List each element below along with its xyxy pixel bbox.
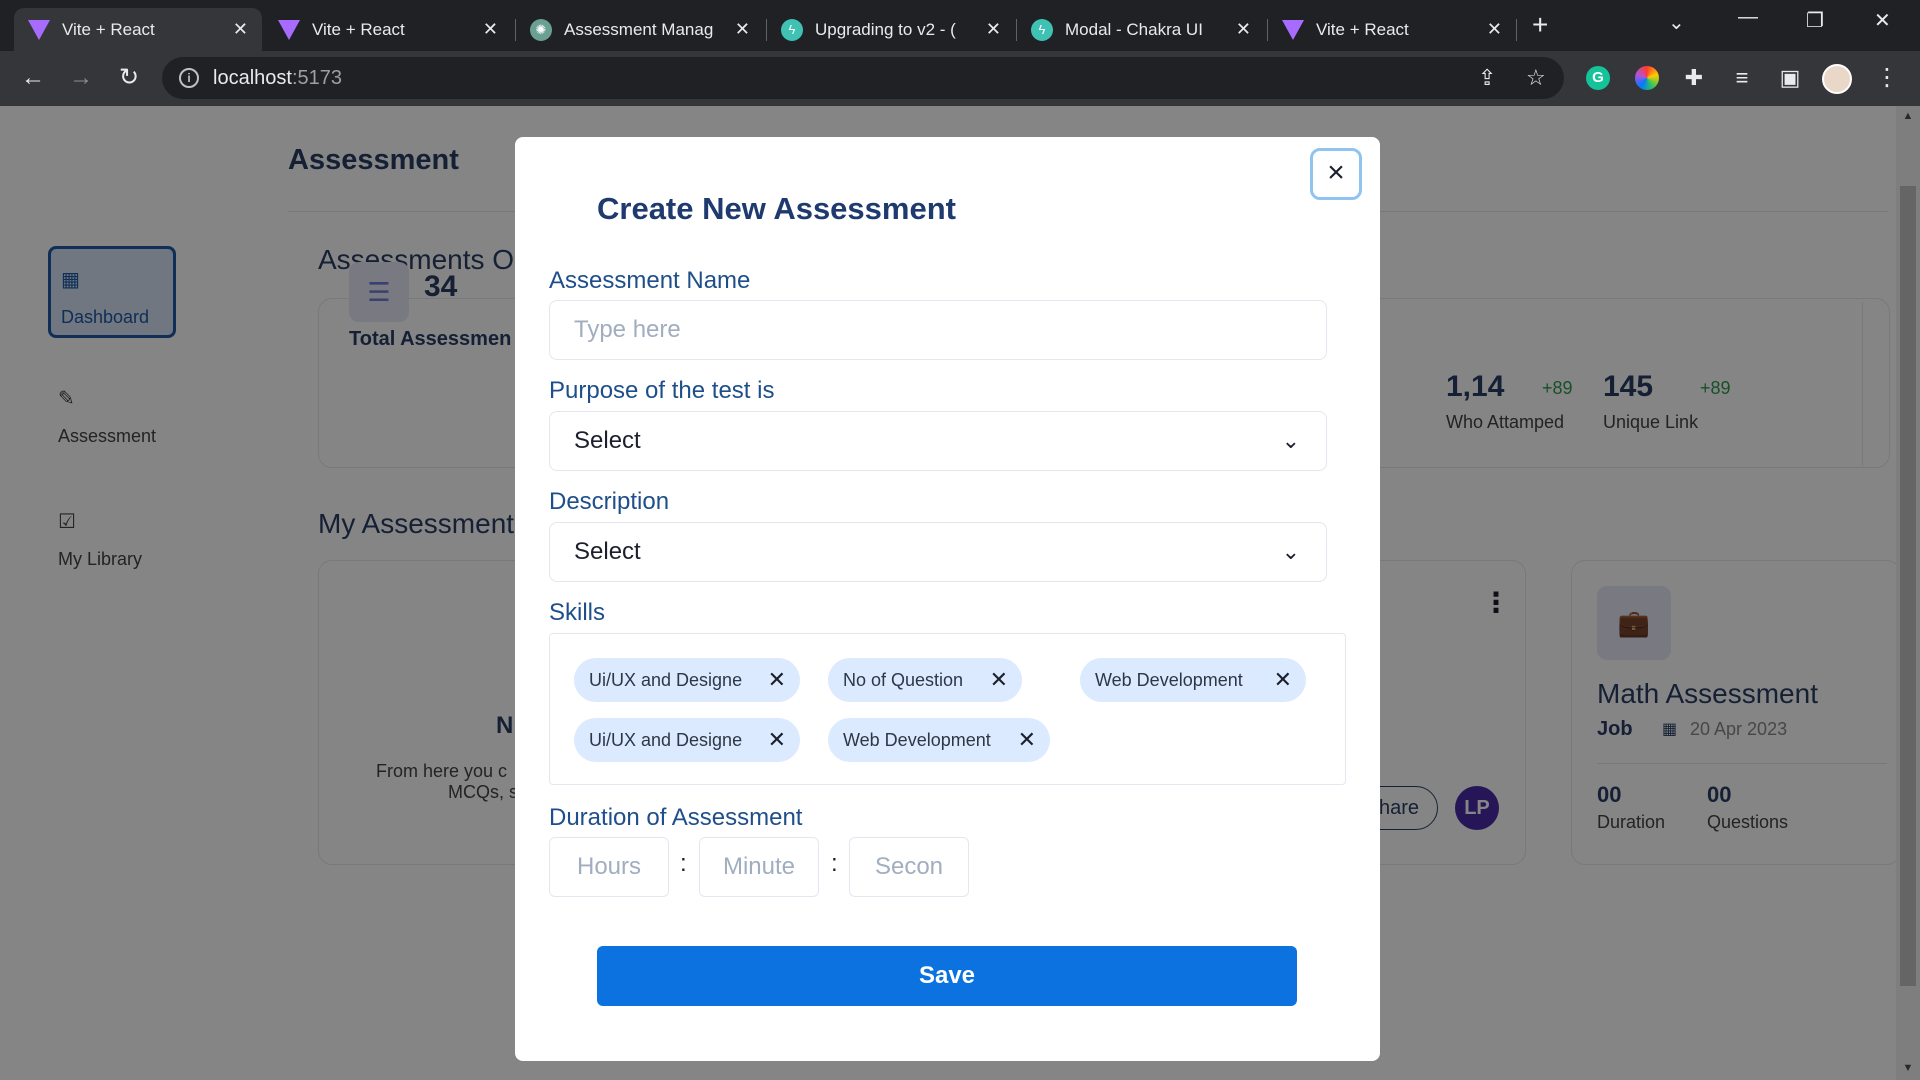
forward-icon[interactable]: →: [64, 61, 98, 95]
duration-label: Duration of Assessment: [549, 804, 803, 831]
skill-tag: Ui/UX and Designe ✕: [574, 658, 800, 702]
url-host: localhost: [213, 67, 292, 89]
select-value: Select: [574, 427, 641, 454]
assessment-name-label: Assessment Name: [549, 267, 751, 294]
select-value: Select: [574, 538, 641, 565]
tab-label: Assessment Manag: [564, 19, 714, 39]
close-icon[interactable]: ✕: [1487, 19, 1502, 40]
chatgpt-icon: ✺: [530, 18, 552, 41]
close-icon[interactable]: ✕: [735, 19, 750, 40]
grammarly-icon[interactable]: G: [1586, 66, 1610, 90]
browser-tab-1[interactable]: Vite + React ✕: [14, 8, 262, 51]
duration-hours-input[interactable]: Hours: [549, 837, 669, 897]
url-text[interactable]: localhost:5173: [213, 67, 342, 90]
browser-tab-strip: Vite + React ✕ Vite + React ✕ ✺ Assessme…: [0, 0, 1920, 51]
input-placeholder: Minute: [722, 853, 796, 880]
skill-tag: Ui/UX and Designe ✕: [574, 718, 800, 762]
time-separator: :: [831, 850, 838, 877]
address-bar[interactable]: i localhost:5173 ⇪ ☆: [162, 57, 1564, 99]
back-icon[interactable]: ←: [16, 61, 50, 95]
skill-tag-label: Ui/UX and Designe: [589, 670, 743, 690]
chevron-down-icon: ⌄: [1281, 539, 1300, 564]
browser-tab-3[interactable]: ✺ Assessment Manag ✕: [516, 8, 764, 51]
input-placeholder: Hours: [576, 853, 642, 880]
skills-input[interactable]: [549, 633, 1346, 785]
browser-menu-icon[interactable]: ⋮: [1870, 61, 1904, 95]
vite-icon: [28, 19, 50, 40]
vite-icon: [278, 19, 300, 40]
skill-tag: Web Development ✕: [828, 718, 1050, 762]
url-port: :5173: [291, 67, 342, 89]
tab-divider: [1516, 19, 1517, 41]
bookmark-star-icon[interactable]: ☆: [1526, 65, 1546, 91]
input-placeholder: Type here: [574, 316, 681, 343]
new-tab-button[interactable]: +: [1532, 11, 1548, 39]
modal-title: Create New Assessment: [597, 191, 956, 226]
remove-tag-icon[interactable]: ✕: [990, 658, 1008, 702]
tab-search-icon[interactable]: ⌄: [1668, 10, 1685, 35]
description-select[interactable]: Select ⌄: [549, 522, 1327, 582]
browser-tab-2[interactable]: Vite + React ✕: [264, 8, 512, 51]
tab-label: Vite + React: [1316, 19, 1409, 39]
chakra-icon: ϟ: [781, 18, 803, 41]
skill-tag: Web Development ✕: [1080, 658, 1306, 702]
browser-toolbar: ← → ↻ i localhost:5173 ⇪ ☆ G ✚ ≡ ▣ ⋮: [0, 51, 1920, 106]
profile-avatar[interactable]: [1822, 64, 1852, 94]
restore-icon[interactable]: ❐: [1806, 8, 1824, 33]
tab-label: Modal - Chakra UI: [1065, 19, 1203, 39]
time-separator: :: [680, 850, 687, 877]
skill-tag-label: No of Question: [843, 670, 964, 690]
extensions-puzzle-icon[interactable]: ✚: [1677, 61, 1711, 95]
close-icon[interactable]: ✕: [233, 19, 248, 40]
tab-label: Vite + React: [62, 19, 155, 39]
close-icon[interactable]: ✕: [986, 19, 1001, 40]
skill-tag-label: Web Development: [1095, 670, 1243, 690]
vite-icon: [1282, 19, 1304, 40]
browser-tab-4[interactable]: ϟ Upgrading to v2 - ( ✕: [767, 8, 1015, 51]
skill-tag-label: Web Development: [843, 730, 991, 750]
close-icon[interactable]: ✕: [1236, 19, 1251, 40]
assessment-name-input[interactable]: Type here: [549, 300, 1327, 360]
minimize-icon[interactable]: —: [1738, 6, 1758, 29]
remove-tag-icon[interactable]: ✕: [768, 658, 786, 702]
color-picker-extension-icon[interactable]: [1635, 66, 1659, 90]
browser-tab-5[interactable]: ϟ Modal - Chakra UI ✕: [1017, 8, 1265, 51]
skill-tag: No of Question ✕: [828, 658, 1022, 702]
save-button[interactable]: Save: [597, 946, 1297, 1006]
input-placeholder: Secon: [874, 853, 944, 880]
tab-label: Upgrading to v2 - (: [815, 19, 956, 39]
side-panel-icon[interactable]: ▣: [1773, 61, 1807, 95]
chevron-down-icon: ⌄: [1281, 428, 1300, 453]
purpose-label: Purpose of the test is: [549, 377, 775, 404]
duration-seconds-input[interactable]: Secon: [849, 837, 969, 897]
close-icon[interactable]: ✕: [483, 19, 498, 40]
remove-tag-icon[interactable]: ✕: [1018, 718, 1036, 762]
remove-tag-icon[interactable]: ✕: [768, 718, 786, 762]
browser-tab-6[interactable]: Vite + React ✕: [1268, 8, 1516, 51]
remove-tag-icon[interactable]: ✕: [1274, 658, 1292, 702]
window-close-icon[interactable]: ✕: [1874, 8, 1891, 33]
close-icon[interactable]: ×: [1310, 148, 1362, 200]
description-label: Description: [549, 488, 670, 515]
tab-label: Vite + React: [312, 19, 405, 39]
duration-minutes-input[interactable]: Minute: [699, 837, 819, 897]
site-info-icon[interactable]: i: [179, 68, 199, 88]
chakra-icon: ϟ: [1031, 18, 1053, 41]
share-icon[interactable]: ⇪: [1478, 65, 1496, 91]
reload-icon[interactable]: ↻: [112, 61, 146, 95]
purpose-select[interactable]: Select ⌄: [549, 411, 1327, 471]
skills-label: Skills: [549, 599, 606, 626]
skill-tag-label: Ui/UX and Designe: [589, 730, 743, 750]
media-queue-icon[interactable]: ≡: [1725, 61, 1759, 95]
